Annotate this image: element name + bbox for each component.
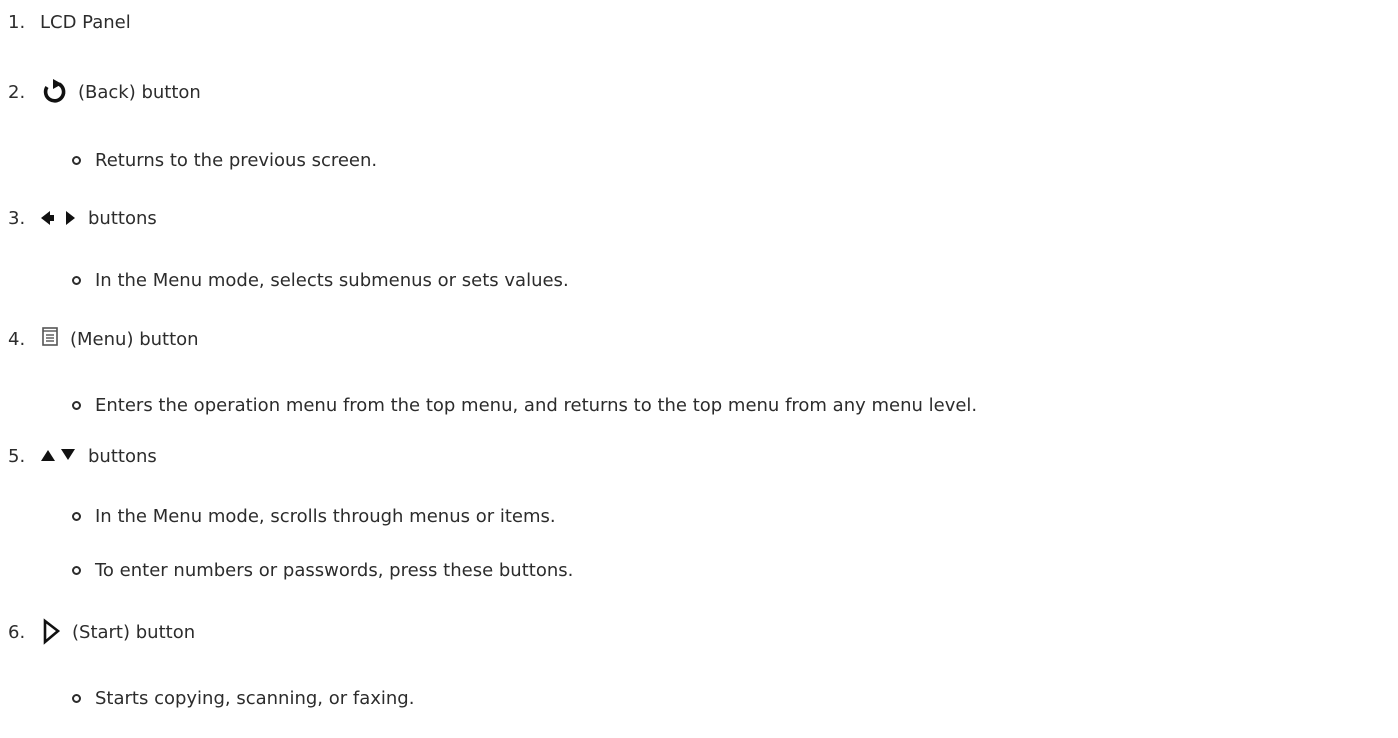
item-label: (Start) button [72, 621, 196, 643]
bullet-icon [72, 511, 81, 521]
bullet-icon [72, 275, 81, 285]
bullet-text: In the Menu mode, selects submenus or se… [95, 269, 569, 291]
start-icon [40, 618, 64, 646]
item-label: (Menu) button [70, 328, 199, 350]
list-item-menu-button: 4. (Menu) button [8, 325, 199, 353]
item-label: buttons [88, 445, 157, 467]
item-label: buttons [88, 207, 157, 229]
list-item-bullet: Returns to the previous screen. [72, 146, 377, 174]
item-label: (Back) button [78, 81, 201, 103]
bullet-text: Enters the operation menu from the top m… [95, 394, 978, 416]
bullet-text: To enter numbers or passwords, press the… [95, 559, 574, 581]
bullet-icon [72, 693, 81, 703]
item-number: 1. [8, 11, 26, 33]
list-item-bullet: Starts copying, scanning, or faxing. [72, 684, 414, 712]
bullet-text: Returns to the previous screen. [95, 149, 378, 171]
list-item-up-down-buttons: 5. buttons [8, 442, 157, 470]
list-item-back-button: 2. (Back) button [8, 78, 201, 106]
list-item-bullet: Enters the operation menu from the top m… [72, 391, 977, 419]
bullet-text: In the Menu mode, scrolls through menus … [95, 505, 556, 527]
item-number: 3. [8, 207, 26, 229]
list-item-left-right-buttons: 3. buttons [8, 204, 157, 232]
item-number: 6. [8, 621, 26, 643]
bullet-icon [72, 155, 81, 165]
menu-icon [40, 326, 62, 352]
list-item-start-button: 6. (Start) button [8, 618, 195, 646]
item-number: 2. [8, 81, 26, 103]
bullet-text: Starts copying, scanning, or faxing. [95, 687, 415, 709]
list-item-lcd-panel: 1. LCD Panel [8, 8, 131, 36]
bullet-icon [72, 565, 81, 575]
up-down-arrows-icon [40, 446, 80, 466]
bullet-icon [72, 400, 81, 410]
list-item-bullet: To enter numbers or passwords, press the… [72, 556, 573, 584]
item-number: 5. [8, 445, 26, 467]
list-item-bullet: In the Menu mode, selects submenus or se… [72, 266, 569, 294]
item-number: 4. [8, 328, 26, 350]
left-right-arrows-icon [40, 208, 80, 228]
back-icon [40, 78, 70, 106]
list-item-bullet: In the Menu mode, scrolls through menus … [72, 502, 556, 530]
button-description-list: 1. LCD Panel 2. (Back) button Returns to… [0, 0, 1398, 738]
item-label: LCD Panel [40, 11, 131, 33]
